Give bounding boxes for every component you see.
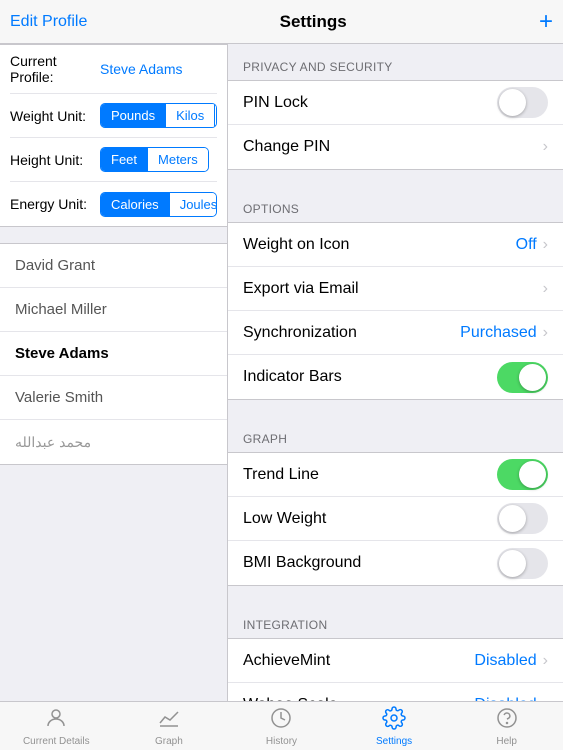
export-email-chevron: › xyxy=(543,280,548,298)
trend-line-row: Trend Line xyxy=(228,453,563,497)
profile-item-valerie[interactable]: Valerie Smith xyxy=(0,376,227,420)
tab-settings-label: Settings xyxy=(376,736,412,747)
weight-unit-label: Weight Unit: xyxy=(10,108,100,124)
graph-section: Trend Line Low Weight BMI Background xyxy=(228,452,563,586)
profile-item-david[interactable]: David Grant xyxy=(0,244,227,288)
edit-profile-button[interactable]: Edit Profile xyxy=(10,13,87,31)
synchronization-chevron: › xyxy=(543,324,548,342)
synchronization-label: Synchronization xyxy=(243,324,460,342)
weight-stones-btn[interactable]: Stones xyxy=(215,104,217,127)
main-content: Current Profile: Steve Adams Weight Unit… xyxy=(0,44,563,701)
indicator-bars-toggle[interactable] xyxy=(497,362,548,393)
energy-unit-label: Energy Unit: xyxy=(10,196,100,212)
trend-line-label: Trend Line xyxy=(243,466,497,484)
trend-line-toggle[interactable] xyxy=(497,459,548,490)
tab-bar: Current Details Graph History Settings xyxy=(0,701,563,750)
energy-calories-btn[interactable]: Calories xyxy=(101,193,170,216)
achievemint-value: Disabled xyxy=(474,652,536,670)
pin-lock-toggle[interactable] xyxy=(497,87,548,118)
pin-lock-row: PIN Lock xyxy=(228,81,563,125)
profile-list: David Grant Michael Miller Steve Adams V… xyxy=(0,243,227,465)
left-panel: Current Profile: Steve Adams Weight Unit… xyxy=(0,44,228,701)
indicator-bars-row: Indicator Bars xyxy=(228,355,563,399)
help-icon xyxy=(495,706,519,734)
profile-item-steve[interactable]: Steve Adams xyxy=(0,332,227,376)
height-unit-segmented[interactable]: Feet Meters xyxy=(100,147,209,172)
tab-history[interactable]: History xyxy=(225,702,338,750)
weight-on-icon-label: Weight on Icon xyxy=(243,236,516,254)
export-email-row[interactable]: Export via Email › xyxy=(228,267,563,311)
bmi-background-row: BMI Background xyxy=(228,541,563,585)
top-bar: Edit Profile Settings + xyxy=(0,0,563,44)
current-details-icon xyxy=(44,706,68,734)
weight-kilos-btn[interactable]: Kilos xyxy=(166,104,215,127)
export-email-label: Export via Email xyxy=(243,280,543,298)
settings-icon xyxy=(382,706,406,734)
energy-unit-row: Energy Unit: Calories Joules xyxy=(10,182,217,226)
tab-graph[interactable]: Graph xyxy=(113,702,226,750)
page-title: Settings xyxy=(87,12,539,32)
synchronization-value: Purchased xyxy=(460,324,537,342)
low-weight-toggle[interactable] xyxy=(497,503,548,534)
wahoo-scale-row[interactable]: Wahoo Scale Disabled › xyxy=(228,683,563,701)
weight-pounds-btn[interactable]: Pounds xyxy=(101,104,166,127)
change-pin-chevron: › xyxy=(543,138,548,156)
history-icon xyxy=(269,706,293,734)
tab-graph-label: Graph xyxy=(155,736,183,747)
change-pin-row[interactable]: Change PIN › xyxy=(228,125,563,169)
energy-joules-btn[interactable]: Joules xyxy=(170,193,217,216)
current-profile-row: Current Profile: Steve Adams xyxy=(10,45,217,94)
tab-settings[interactable]: Settings xyxy=(338,702,451,750)
weight-unit-row: Weight Unit: Pounds Kilos Stones xyxy=(10,94,217,138)
trend-line-knob xyxy=(519,461,546,488)
current-profile-label: Current Profile: xyxy=(10,53,100,85)
energy-unit-segmented[interactable]: Calories Joules xyxy=(100,192,217,217)
current-profile-value: Steve Adams xyxy=(100,61,183,77)
privacy-section-header: PRIVACY AND SECURITY xyxy=(228,44,563,80)
bmi-background-knob xyxy=(499,550,526,577)
weight-unit-segmented[interactable]: Pounds Kilos Stones xyxy=(100,103,217,128)
synchronization-row[interactable]: Synchronization Purchased › xyxy=(228,311,563,355)
profile-item-michael[interactable]: Michael Miller xyxy=(0,288,227,332)
graph-icon xyxy=(157,706,181,734)
options-section: Weight on Icon Off › Export via Email › … xyxy=(228,222,563,400)
tab-help[interactable]: Help xyxy=(450,702,563,750)
profile-item-arabic[interactable]: محمد عبدالله xyxy=(0,420,227,464)
current-profile-section: Current Profile: Steve Adams Weight Unit… xyxy=(0,44,227,227)
privacy-section: PIN Lock Change PIN › xyxy=(228,80,563,170)
height-feet-btn[interactable]: Feet xyxy=(101,148,148,171)
bmi-background-label: BMI Background xyxy=(243,554,497,572)
add-button[interactable]: + xyxy=(539,10,553,34)
tab-history-label: History xyxy=(266,736,297,747)
tab-current-details-label: Current Details xyxy=(23,736,90,747)
integration-section: AchieveMint Disabled › Wahoo Scale Disab… xyxy=(228,638,563,701)
weight-on-icon-chevron: › xyxy=(543,236,548,254)
weight-on-icon-row[interactable]: Weight on Icon Off › xyxy=(228,223,563,267)
low-weight-knob xyxy=(499,505,526,532)
low-weight-row: Low Weight xyxy=(228,497,563,541)
options-section-header: OPTIONS xyxy=(228,186,563,222)
achievemint-row[interactable]: AchieveMint Disabled › xyxy=(228,639,563,683)
integration-section-header: INTEGRATION xyxy=(228,602,563,638)
bmi-background-toggle[interactable] xyxy=(497,548,548,579)
weight-on-icon-value: Off xyxy=(516,236,537,254)
height-unit-label: Height Unit: xyxy=(10,152,100,168)
height-meters-btn[interactable]: Meters xyxy=(148,148,208,171)
graph-section-header: GRAPH xyxy=(228,416,563,452)
achievemint-chevron: › xyxy=(543,652,548,670)
change-pin-label: Change PIN xyxy=(243,138,543,156)
indicator-bars-label: Indicator Bars xyxy=(243,368,497,386)
achievemint-label: AchieveMint xyxy=(243,652,474,670)
pin-lock-knob xyxy=(499,89,526,116)
right-panel: PRIVACY AND SECURITY PIN Lock Change PIN… xyxy=(228,44,563,701)
low-weight-label: Low Weight xyxy=(243,510,497,528)
pin-lock-label: PIN Lock xyxy=(243,94,497,112)
height-unit-row: Height Unit: Feet Meters xyxy=(10,138,217,182)
indicator-bars-knob xyxy=(519,364,546,391)
tab-current-details[interactable]: Current Details xyxy=(0,702,113,750)
tab-help-label: Help xyxy=(496,736,517,747)
